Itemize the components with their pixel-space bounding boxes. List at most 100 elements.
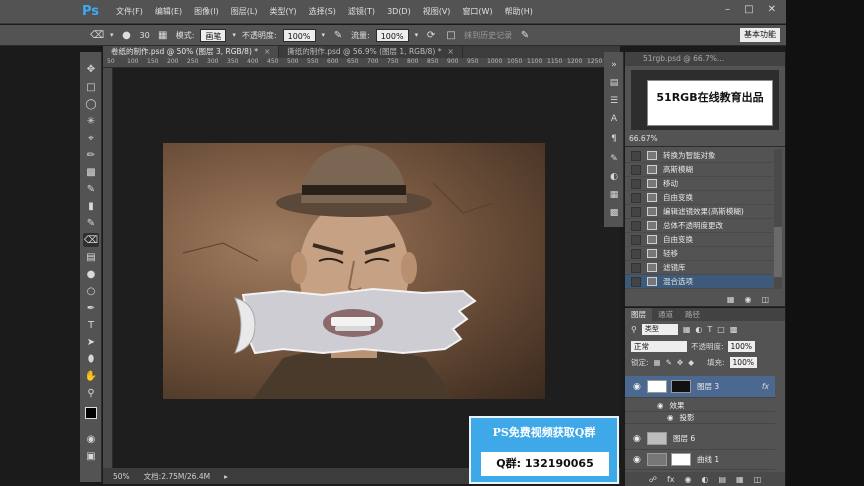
history-checkbox[interactable]: □ [444,28,458,42]
shape-tool-icon[interactable]: ⬮ [83,352,99,366]
menu-image[interactable]: 图像(I) [188,0,225,24]
brush-panel-icon[interactable]: ✎ [607,152,621,166]
new-layer-icon[interactable]: ▦ [736,475,744,484]
layer-row-layer-6[interactable]: ◉ 图层 6 [625,428,775,450]
layer-name[interactable]: 图层 6 [673,433,695,444]
type-filter-icon[interactable]: T [707,325,712,334]
history-item[interactable]: 滤镜库 [625,261,773,275]
history-item[interactable]: 移动 [625,177,773,191]
history-brush-source[interactable] [631,248,641,259]
history-item-active[interactable]: 混合选项 [625,275,773,289]
document-size[interactable]: 文档:2.75M/26.4M [144,471,210,482]
navigator-preview[interactable]: 51RGB在线教育出品 [631,70,779,130]
history-item[interactable]: 自由变换 [625,191,773,205]
tab-paths[interactable]: 路径 [679,308,706,321]
history-item[interactable]: 转换为智能对象 [625,149,773,163]
layer-name[interactable]: 曲线 1 [697,454,719,465]
navigator-tab[interactable]: 51rgb.psd @ 66.7%... [625,52,785,66]
hand-tool-icon[interactable]: ✋ [83,369,99,383]
link-icon[interactable]: ☍ [649,475,657,484]
history-item[interactable]: 轻移 [625,247,773,261]
blend-mode-select[interactable]: 正常 [631,341,687,352]
minimize-icon[interactable]: – [725,4,730,15]
history-brush-source[interactable] [631,220,641,231]
pressure-opacity-icon[interactable]: ✎ [331,28,345,42]
healing-brush-tool-icon[interactable]: ▩ [83,165,99,179]
gradient-tool-icon[interactable]: ▤ [83,250,99,264]
history-brush-source[interactable] [631,276,641,287]
adjustments-icon[interactable]: ◐ [607,170,621,184]
history-brush-source[interactable] [631,234,641,245]
eyedropper-tool-icon[interactable]: ✏ [83,148,99,162]
character-icon[interactable]: A [607,112,621,126]
lasso-tool-icon[interactable]: ◯ [83,97,99,111]
snapshot-icon[interactable]: ◉ [744,295,751,307]
navigator-zoom[interactable]: 66.67% [629,134,658,143]
marquee-tool-icon[interactable]: □ [83,80,99,94]
layer-name[interactable]: 图层 3 [697,381,719,392]
history-item[interactable]: 高斯模糊 [625,163,773,177]
layer-opacity-field[interactable]: 100% [727,341,755,352]
trash-icon[interactable]: ◫ [761,295,769,307]
smart-object-filter-icon[interactable]: ▩ [730,325,738,334]
history-brush-source[interactable] [631,262,641,273]
quick-mask-icon[interactable]: ◉ [83,432,99,446]
history-panel-icon[interactable]: ▤ [607,76,621,90]
styles-icon[interactable]: ▩ [607,206,621,220]
tab-layers[interactable]: 图层 [625,308,652,321]
workspace-button[interactable]: 基本功能 [740,28,780,42]
layer-effects-row[interactable]: ◉ 效果 [625,400,775,412]
airbrush-icon[interactable]: ⟳ [424,28,438,42]
trash-icon[interactable]: ◫ [754,475,762,484]
menu-edit[interactable]: 编辑(E) [149,0,188,24]
close-icon[interactable]: ✕ [768,4,776,15]
lock-move-icon[interactable]: ✥ [677,358,683,367]
layer-row-layer-3[interactable]: ◉ 图层 3 fx [625,376,775,398]
close-icon[interactable]: × [447,47,453,56]
layer-mask-thumbnail[interactable] [671,453,691,466]
history-brush-source[interactable] [631,178,641,189]
history-brush-source[interactable] [631,192,641,203]
new-document-icon[interactable]: ▦ [727,295,735,307]
eye-icon[interactable]: ◉ [633,455,643,465]
history-scroll-thumb[interactable] [774,227,782,277]
eraser-icon[interactable]: ⌫ [90,28,104,42]
clone-stamp-tool-icon[interactable]: ▮ [83,199,99,213]
menu-select[interactable]: 选择(S) [303,0,342,24]
screen-mode-icon[interactable]: ▣ [83,449,99,463]
layer-row-curves-1[interactable]: ◉ 曲线 1 [625,450,775,470]
opacity-field[interactable]: 100% [282,28,316,42]
blur-tool-icon[interactable]: ● [83,267,99,281]
tab-document-1[interactable]: 卷纸的制作.psd @ 50% (图层 3, RGB/8) * × [103,46,280,58]
zoom-level[interactable]: 50% [113,472,130,481]
zoom-tool-icon[interactable]: ⚲ [83,386,99,400]
menu-filter[interactable]: 滤镜(T) [342,0,381,24]
eraser-tool-icon[interactable]: ⌫ [83,233,99,247]
paragraph-icon[interactable]: ¶ [607,132,621,146]
brush-tool-icon[interactable]: ✎ [83,182,99,196]
pressure-size-icon[interactable]: ✎ [518,28,532,42]
dodge-tool-icon[interactable]: ○ [83,284,99,298]
collapse-icon[interactable]: » [607,58,621,72]
move-tool-icon[interactable]: ✥ [83,62,99,76]
document-image[interactable] [163,143,545,399]
history-brush-tool-icon[interactable]: ✎ [83,216,99,230]
tab-channels[interactable]: 通道 [652,308,679,321]
pen-tool-icon[interactable]: ✒ [83,301,99,315]
flow-field[interactable]: 100% [375,28,409,42]
eye-icon[interactable]: ◉ [633,434,643,444]
fill-field[interactable]: 100% [729,357,757,368]
chevron-down-icon[interactable]: ▾ [415,31,419,39]
history-brush-source[interactable] [631,206,641,217]
lock-all-icon[interactable]: ◆ [688,358,694,367]
layer-effect-drop-shadow[interactable]: ◉ 投影 [625,412,775,424]
chevron-down-icon[interactable]: ▾ [232,31,236,39]
chevron-down-icon[interactable]: ▾ [110,31,114,39]
history-item[interactable]: 自由变换 [625,233,773,247]
mode-select[interactable]: 画笔 [200,28,227,42]
menu-layer[interactable]: 图层(L) [225,0,264,24]
lock-paint-icon[interactable]: ✎ [666,358,672,367]
type-tool-icon[interactable]: T [83,318,99,332]
pixel-filter-icon[interactable]: ▦ [683,325,691,334]
info-icon[interactable]: ▦ [607,188,621,202]
